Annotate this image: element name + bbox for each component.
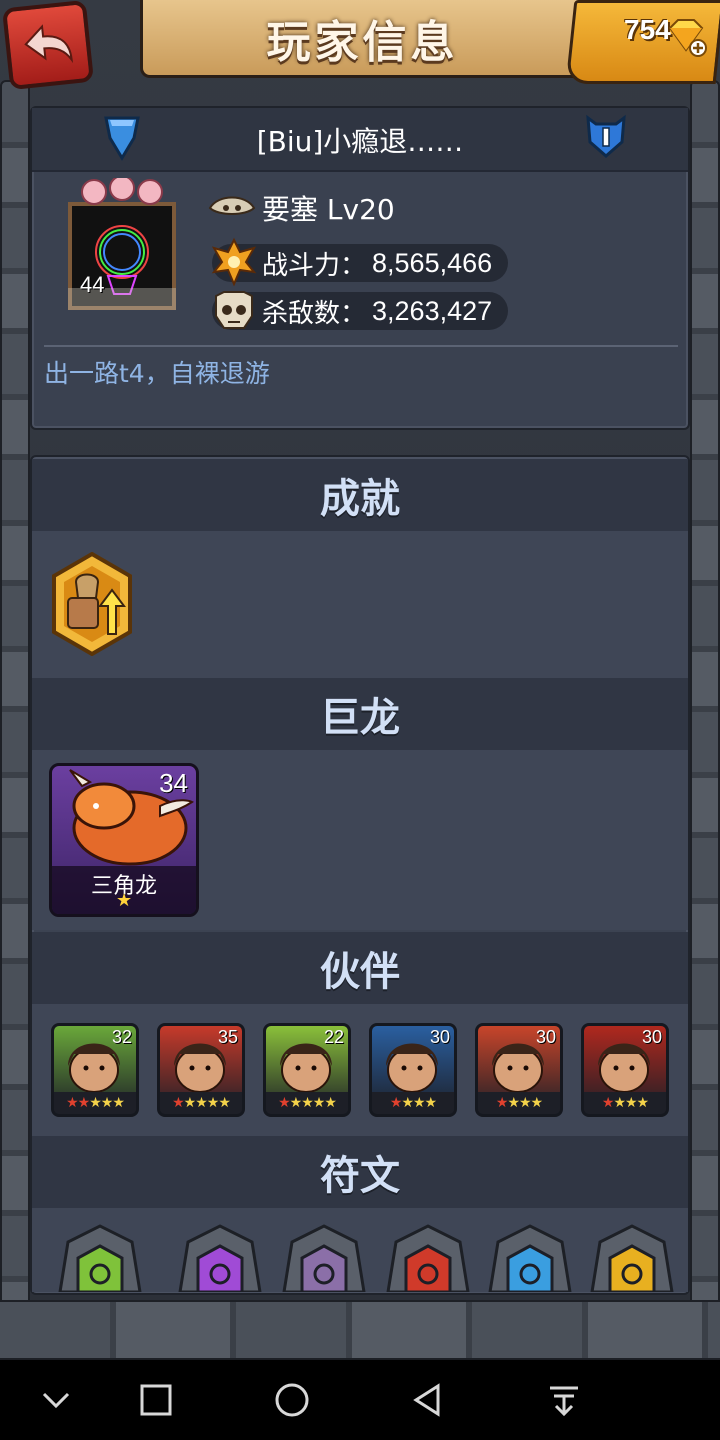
fort-level: 要塞 Lv20 (262, 193, 395, 226)
rank-shield-icon[interactable] (584, 114, 628, 158)
ring-rune-icon[interactable] (172, 1222, 268, 1292)
section-dragons-title: 巨龙 (32, 678, 688, 750)
hero-stars: ★★★★ (584, 1092, 666, 1114)
stone-wall-right (690, 80, 720, 1350)
hero-stars-gold: ★★★ (89, 1095, 125, 1111)
hero-stars-red: ★ (172, 1095, 185, 1111)
dragon-star: ★ (116, 890, 133, 911)
hero-card[interactable]: 30 ★★★★ (369, 1023, 457, 1117)
hero-stars-red: ★★ (66, 1095, 90, 1111)
hero-card[interactable]: 30 ★★★★ (581, 1023, 669, 1117)
hero-stars-gold: ★★★★ (183, 1095, 231, 1111)
recents-square-icon[interactable] (136, 1380, 176, 1420)
dots-rune-icon[interactable] (482, 1222, 578, 1292)
skull-icon (215, 291, 253, 329)
hero-level: 30 (535, 1027, 556, 1047)
notification-pull-icon[interactable] (544, 1380, 584, 1420)
avatar-level: 44 (80, 272, 105, 297)
wave-rune-icon[interactable] (276, 1222, 372, 1292)
home-circle-icon[interactable] (272, 1380, 312, 1420)
player-name: [Biu]小瘾退…… (256, 125, 464, 158)
dragon-level: 34 (159, 768, 188, 798)
hero-stars: ★★★★ (478, 1092, 560, 1114)
hero-stars: ★★★★★ (266, 1092, 348, 1114)
fort-icon (208, 196, 256, 215)
stone-wall-bottom (0, 1300, 720, 1360)
hero-stars-gold: ★★★★ (289, 1095, 337, 1111)
hero-level: 30 (429, 1027, 450, 1047)
guild-flag-icon (104, 116, 140, 161)
hero-stars-gold: ★★★ (613, 1095, 649, 1111)
section-runes-title: 符文 (32, 1136, 688, 1208)
title-banner: 玩家信息 (140, 0, 585, 78)
eye-rune-icon[interactable] (584, 1222, 680, 1292)
section-achievements-title: 成就 (32, 459, 688, 531)
chevron-down-icon[interactable] (36, 1380, 76, 1420)
back-button[interactable] (1, 0, 95, 91)
power-value: 8,565,466 (372, 247, 493, 278)
hero-stars: ★★★★★ (160, 1092, 242, 1114)
hero-level: 32 (111, 1027, 132, 1047)
hero-level: 22 (323, 1027, 344, 1047)
hero-stars-red: ★ (278, 1095, 291, 1111)
achievement-badge-icon[interactable] (46, 552, 138, 656)
hero-card[interactable]: 22 ★★★★★ (263, 1023, 351, 1117)
power-label: 战斗力： (262, 250, 367, 281)
hero-stars-red: ★ (495, 1095, 509, 1111)
cross-rune-icon[interactable] (380, 1222, 476, 1292)
hero-stars-red: ★ (601, 1095, 615, 1111)
sun-rune-icon[interactable] (52, 1222, 148, 1292)
hero-card[interactable]: 35 ★★★★★ (157, 1023, 245, 1117)
player-motto: 出一路t4，自裸退游 (44, 359, 270, 388)
kills-value: 3,263,427 (372, 295, 493, 326)
diamond-icon (668, 19, 707, 57)
hero-stars-red: ★ (389, 1095, 403, 1111)
stone-wall-left (0, 80, 30, 1350)
dragon-card[interactable]: 34 三角龙 ★ (49, 763, 199, 917)
system-nav-bar (0, 1360, 720, 1440)
back-triangle-icon[interactable] (408, 1380, 448, 1420)
hero-stars-gold: ★★★ (507, 1095, 543, 1111)
section-partners-title: 伙伴 (32, 932, 688, 1004)
page-title: 玩家信息 (266, 16, 459, 68)
profile-divider (44, 345, 678, 347)
back-arrow-icon (24, 24, 74, 64)
hero-stars: ★★★★★ (54, 1092, 136, 1114)
hero-level: 35 (217, 1027, 238, 1047)
kills-label: 杀敌数： (262, 298, 367, 329)
hero-card[interactable]: 30 ★★★★ (475, 1023, 563, 1117)
hero-level: 30 (641, 1027, 662, 1047)
phoenix-icon (211, 237, 257, 287)
hero-card[interactable]: 32 ★★★★★ (51, 1023, 139, 1117)
hero-stars-gold: ★★★ (401, 1095, 437, 1111)
hero-stars: ★★★★ (372, 1092, 454, 1114)
